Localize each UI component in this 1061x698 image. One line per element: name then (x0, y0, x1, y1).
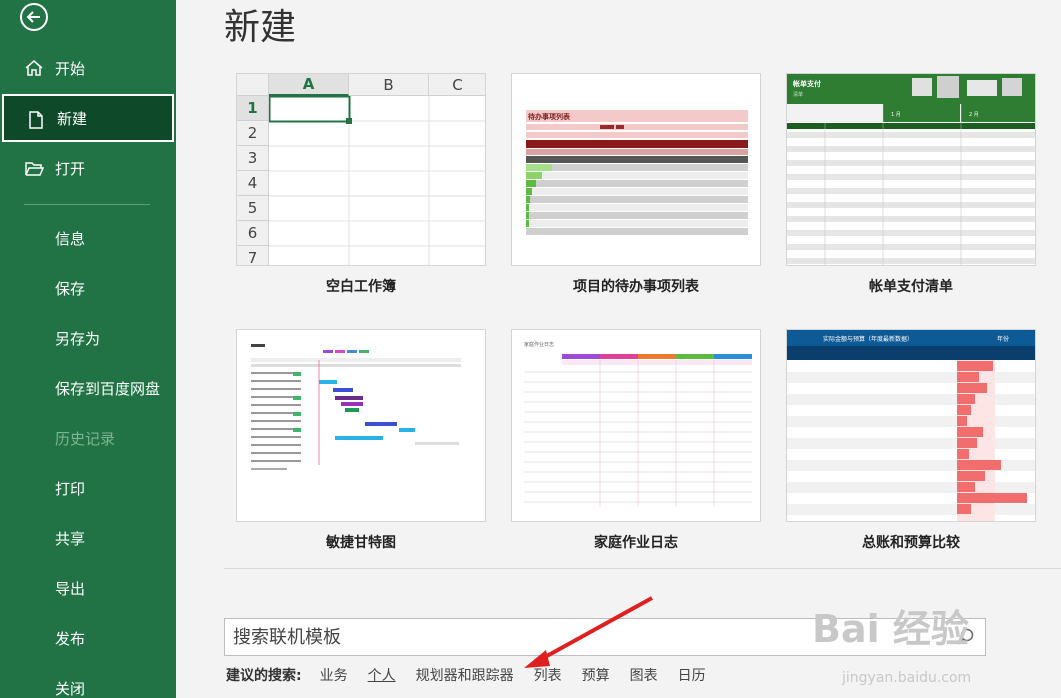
folder-open-icon (25, 162, 44, 176)
template-thumbnail: 家庭作业日志 (511, 329, 761, 522)
row-header: 7 (237, 246, 269, 265)
back-button[interactable] (20, 3, 48, 31)
template-label: 项目的待办事项列表 (573, 279, 699, 295)
nav-label: 打印 (55, 479, 86, 498)
nav-print[interactable]: 打印 (0, 464, 176, 512)
nav-export[interactable]: 导出 (0, 564, 176, 612)
row-header: 6 (237, 221, 269, 246)
nav-publish[interactable]: 发布 (0, 614, 176, 662)
baidu-watermark: Bai 经验 (812, 607, 969, 651)
column-header: B (349, 74, 429, 96)
thumb-title: 家庭作业日志 (524, 341, 554, 348)
thumb-month-2: 2 月 (969, 112, 979, 118)
nav-divider (24, 204, 150, 205)
suggestion-calendars[interactable]: 日历 (678, 665, 706, 685)
home-icon (25, 60, 43, 76)
template-label: 敏捷甘特图 (326, 535, 396, 551)
nav-label: 打开 (55, 159, 86, 178)
nav-label: 关闭 (55, 679, 86, 698)
homework-preview: 家庭作业日志 (524, 341, 752, 506)
new-file-icon (29, 111, 43, 129)
todo-preview: 待办事项列表 (526, 110, 748, 235)
main-panel: 新建 A B C 1 2 3 4 5 6 7 空白工作簿 待办事项列表 项目的待… (176, 0, 1061, 698)
thumb-month-1: 1 月 (891, 112, 901, 118)
row-header: 2 (237, 121, 269, 146)
template-thumbnail: 待办事项列表 (511, 73, 761, 266)
template-thumbnail (236, 329, 486, 522)
grid-lines (269, 96, 485, 265)
template-label: 家庭作业日志 (594, 535, 678, 551)
back-arrow-icon (26, 11, 40, 23)
suggested-searches-label: 建议的搜索: (226, 668, 302, 684)
thumb-title: 实际金额与预算（年度最新数据） (823, 335, 913, 343)
nav-history: 历史记录 (0, 414, 176, 462)
nav-label: 信息 (55, 229, 86, 248)
column-header: A (269, 74, 349, 96)
template-thumbnail: 实际金额与预算（年度最新数据） 年份 (786, 329, 1036, 522)
nav-new[interactable]: 新建 (2, 94, 174, 142)
nav-save-as[interactable]: 另存为 (0, 314, 176, 362)
nav-info[interactable]: 信息 (0, 214, 176, 262)
baidu-watermark-url: jingyan.baidu.com (842, 670, 972, 686)
nav-label: 开始 (55, 59, 86, 78)
nav-save[interactable]: 保存 (0, 264, 176, 312)
annotation-arrow (524, 596, 653, 668)
nav-share[interactable]: 共享 (0, 514, 176, 562)
page-title: 新建 (224, 7, 297, 48)
thumb-title: 帐单支付 (793, 79, 821, 88)
nav-label: 保存 (55, 279, 86, 298)
bill-preview: 帐单支付 清单 1 月 2 月 (787, 74, 1035, 265)
backstage-sidebar: 开始 新建 打开 信息 保存 另存为 保存到百度网盘 历史记录 打印 共享 导出… (0, 0, 176, 698)
section-divider (224, 568, 1061, 569)
suggestion-planners-trackers[interactable]: 规划器和跟踪器 (416, 665, 514, 685)
nav-save-to-baidu[interactable]: 保存到百度网盘 (0, 364, 176, 412)
nav-open[interactable]: 打开 (0, 144, 176, 192)
nav-label: 新建 (57, 109, 88, 128)
thumb-title: 待办事项列表 (528, 112, 571, 121)
template-label: 总账和预算比较 (862, 535, 960, 551)
suggestion-personal[interactable]: 个人 (368, 665, 396, 685)
template-label: 帐单支付清单 (869, 279, 953, 295)
template-thumbnail: 帐单支付 清单 1 月 2 月 (786, 73, 1036, 266)
template-label: 空白工作簿 (326, 279, 396, 295)
row-header: 1 (237, 96, 269, 121)
nav-home[interactable]: 开始 (0, 44, 176, 92)
thumb-subtitle: 清单 (793, 91, 803, 98)
row-header: 4 (237, 171, 269, 196)
row-header: 5 (237, 196, 269, 221)
suggestion-business[interactable]: 业务 (320, 665, 348, 685)
nav-close[interactable]: 关闭 (0, 664, 176, 698)
thumb-right: 年份 (997, 335, 1009, 343)
nav-label: 历史记录 (55, 429, 116, 448)
row-header: 3 (237, 146, 269, 171)
nav-label: 导出 (55, 579, 86, 598)
nav-label: 发布 (55, 629, 86, 648)
select-all-corner (237, 74, 269, 96)
column-header: C (429, 74, 485, 96)
gantt-preview (251, 344, 461, 470)
nav-label: 共享 (55, 529, 86, 548)
nav-label: 保存到百度网盘 (55, 379, 161, 398)
template-thumbnail: A B C 1 2 3 4 5 6 7 (236, 73, 486, 266)
ledger-preview: 实际金额与预算（年度最新数据） 年份 (787, 330, 1035, 521)
nav-label: 另存为 (55, 329, 101, 348)
